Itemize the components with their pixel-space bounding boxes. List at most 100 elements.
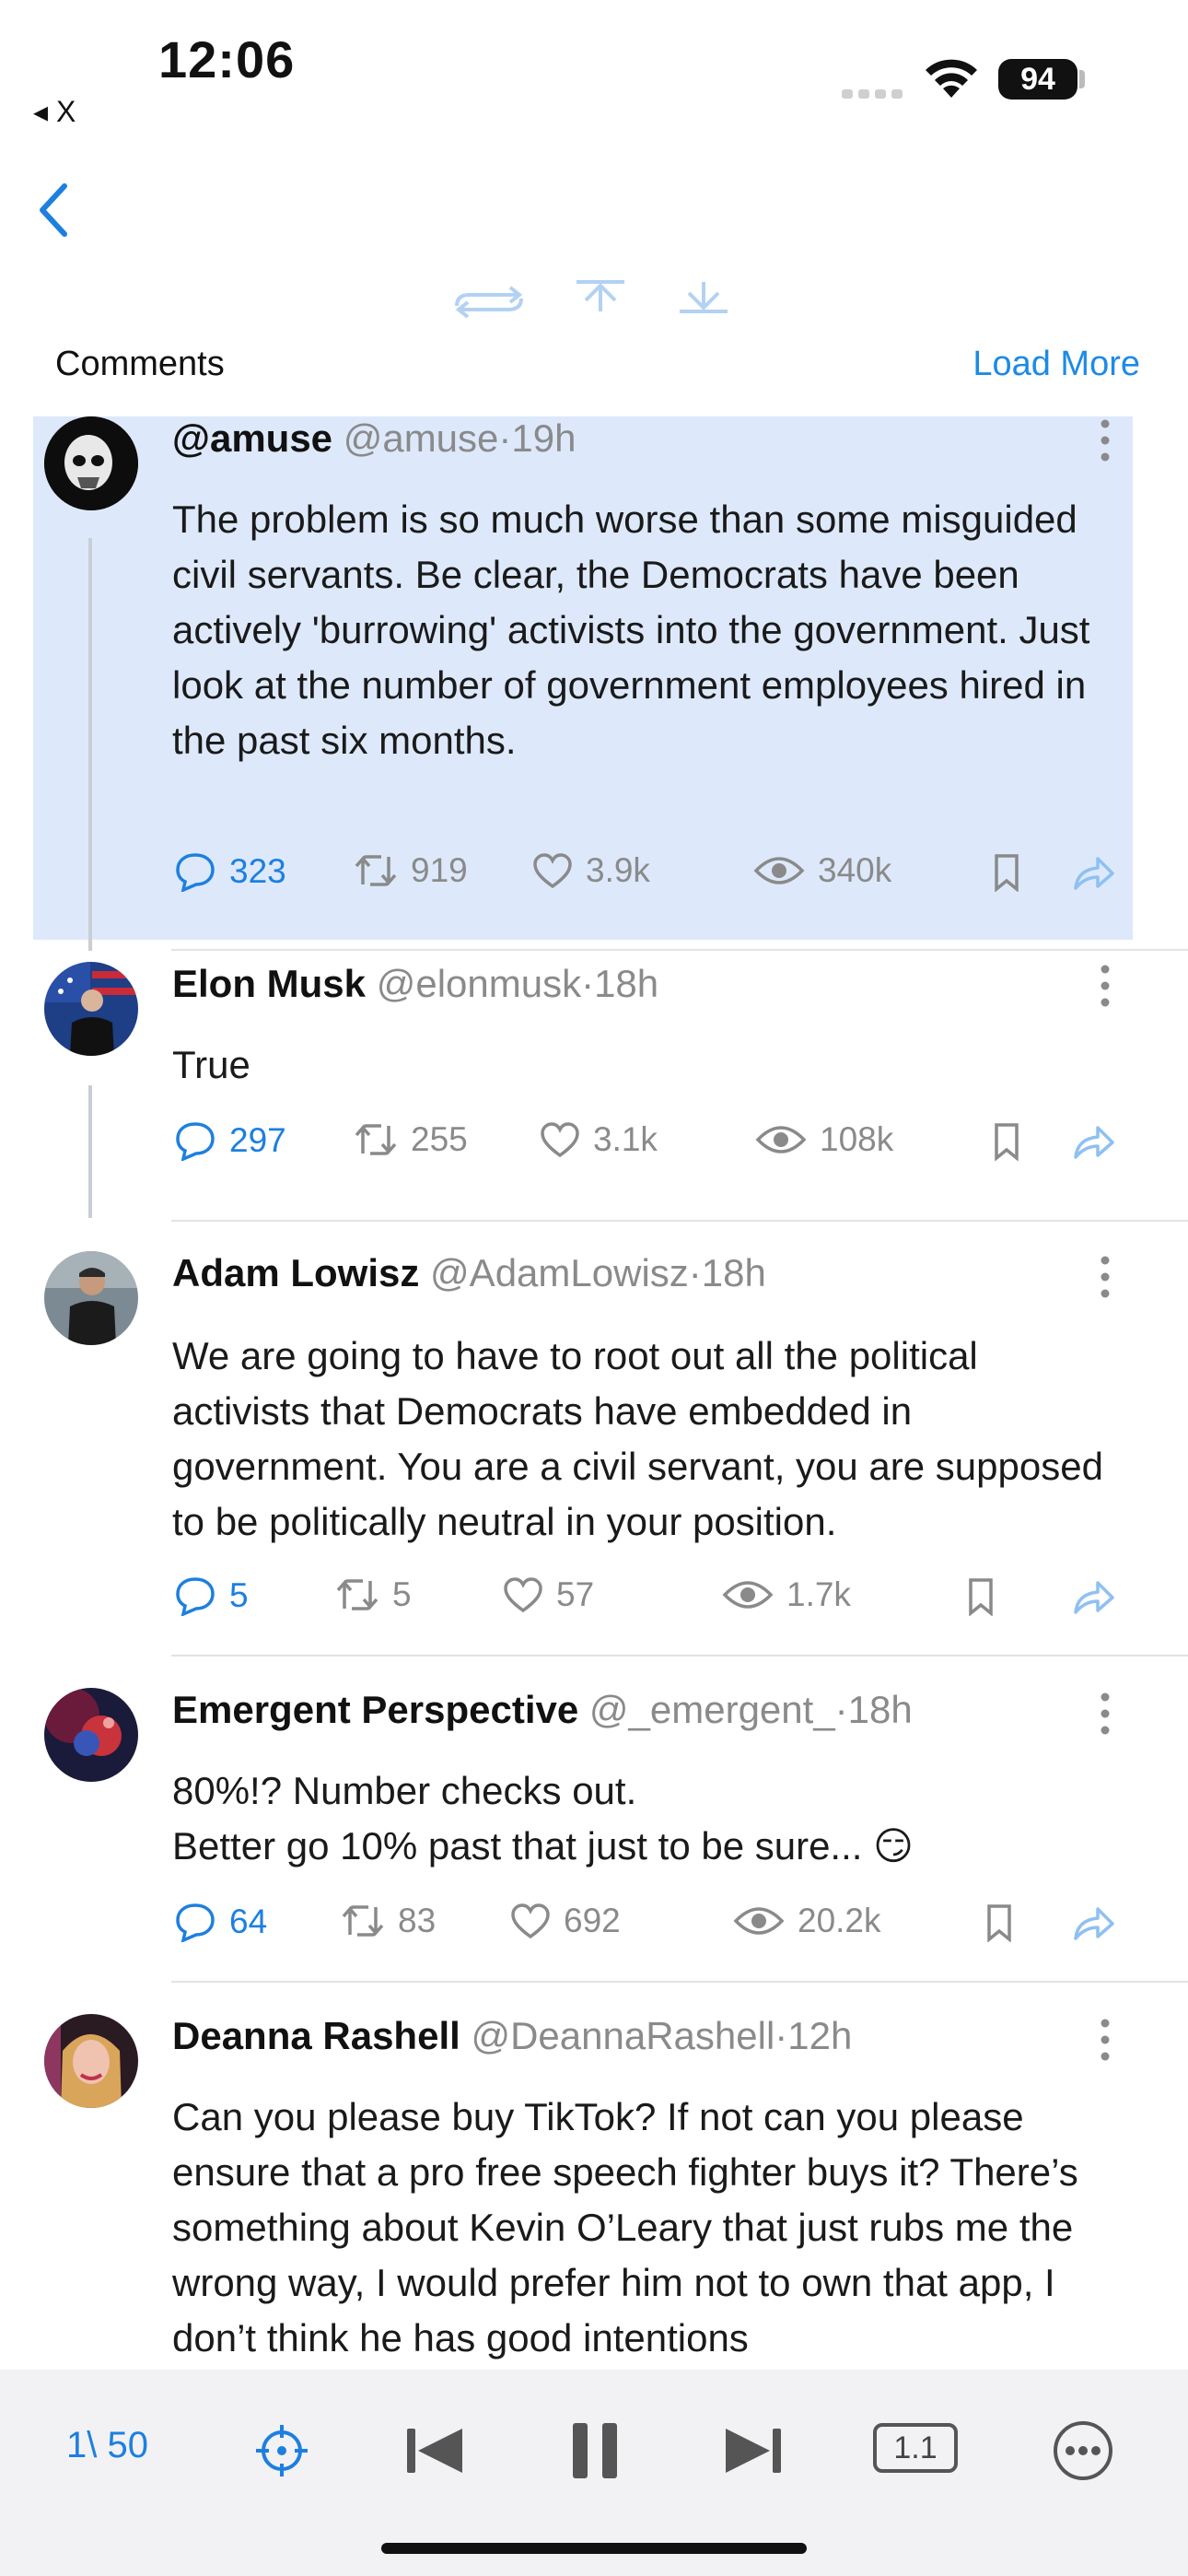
repost-icon xyxy=(355,855,397,886)
comments-heading: Comments xyxy=(55,345,225,383)
repost-count: 5 xyxy=(392,1575,412,1613)
reply-count: 64 xyxy=(229,1903,268,1940)
share-icon[interactable] xyxy=(1072,855,1116,892)
like-button[interactable]: 3.9k xyxy=(532,851,650,890)
reply-button[interactable]: 64 xyxy=(174,1902,267,1942)
like-icon xyxy=(533,853,572,889)
like-icon xyxy=(511,1903,550,1939)
comment-divider xyxy=(171,949,1188,951)
home-indicator xyxy=(381,2543,807,2554)
bookmark-icon[interactable] xyxy=(967,1577,995,1616)
repost-icon xyxy=(336,1579,379,1610)
repost-button[interactable]: 255 xyxy=(354,1120,468,1159)
like-button[interactable]: 57 xyxy=(503,1575,594,1614)
comment-text: We are going to have to root out all the… xyxy=(172,1334,1103,1543)
views-indicator: 108k xyxy=(755,1120,893,1159)
back-to-app[interactable]: ◂ X xyxy=(33,94,76,129)
author-handle[interactable]: @DeannaRashell·12h xyxy=(471,2014,852,2057)
more-vertical-icon[interactable] xyxy=(1096,1255,1114,1299)
reply-button[interactable]: 323 xyxy=(174,851,286,892)
comment-divider xyxy=(171,1655,1188,1657)
repost-button[interactable]: 5 xyxy=(335,1575,412,1614)
like-icon xyxy=(541,1122,579,1158)
like-count: 57 xyxy=(556,1575,595,1613)
thread-line xyxy=(88,1085,92,1218)
share-icon[interactable] xyxy=(1072,1124,1116,1161)
repost-icon xyxy=(342,1905,384,1937)
reply-count: 297 xyxy=(229,1121,286,1159)
author-name[interactable]: Adam Lowisz xyxy=(172,1251,419,1294)
scroll-top-icon[interactable] xyxy=(573,278,628,315)
like-button[interactable]: 692 xyxy=(510,1902,621,1940)
reply-count: 5 xyxy=(229,1576,249,1614)
author-handle[interactable]: @_emergent_·18h xyxy=(589,1688,913,1731)
reply-icon xyxy=(176,853,215,892)
reply-button[interactable]: 5 xyxy=(174,1575,249,1616)
views-indicator: 340k xyxy=(753,851,891,890)
previous-icon[interactable] xyxy=(405,2425,466,2476)
more-vertical-icon[interactable] xyxy=(1096,418,1114,463)
more-vertical-icon[interactable] xyxy=(1096,964,1114,1008)
reply-icon xyxy=(176,1903,215,1942)
scroll-bottom-icon[interactable] xyxy=(676,278,731,315)
bookmark-icon[interactable] xyxy=(985,1903,1013,1942)
views-icon xyxy=(733,1907,785,1935)
load-more-button[interactable]: Load More xyxy=(973,345,1140,384)
views-indicator: 20.2k xyxy=(733,1902,881,1940)
comment-author-line: Emergent Perspective @_emergent_·18h xyxy=(172,1688,913,1732)
avatar[interactable] xyxy=(44,1688,138,1782)
author-handle[interactable]: @amuse·19h xyxy=(344,416,577,460)
bookmark-icon[interactable] xyxy=(993,1122,1020,1161)
like-button[interactable]: 3.1k xyxy=(540,1120,658,1159)
next-icon[interactable] xyxy=(722,2425,783,2476)
more-vertical-icon[interactable] xyxy=(1096,2018,1114,2062)
views-icon xyxy=(722,1581,774,1609)
repost-count: 255 xyxy=(411,1120,468,1158)
author-name[interactable]: Deanna Rashell xyxy=(172,2014,460,2057)
pause-icon[interactable] xyxy=(571,2421,619,2480)
reply-icon xyxy=(176,1122,215,1161)
author-name[interactable]: Emergent Perspective xyxy=(172,1688,578,1731)
battery-level: 94 xyxy=(998,59,1077,100)
views-icon xyxy=(755,1126,807,1153)
speed-button[interactable]: 1.1 xyxy=(873,2423,958,2473)
views-indicator: 1.7k xyxy=(722,1575,851,1614)
repost-icon xyxy=(355,1124,397,1155)
like-count: 3.9k xyxy=(586,851,650,889)
avatar[interactable] xyxy=(44,416,138,510)
more-vertical-icon[interactable] xyxy=(1096,1692,1114,1736)
comment-text-line: Better go 10% past that just to be sure.… xyxy=(172,1824,914,1868)
status-time: 12:06 xyxy=(158,30,296,88)
avatar[interactable] xyxy=(44,1251,138,1345)
bookmark-icon[interactable] xyxy=(993,853,1020,892)
author-name[interactable]: Elon Musk xyxy=(172,962,366,1005)
comment-text: Can you please buy TikTok? If not can yo… xyxy=(172,2095,1078,2359)
comment-divider xyxy=(171,1220,1188,1222)
view-count: 20.2k xyxy=(798,1902,881,1939)
views-icon xyxy=(753,857,805,884)
share-icon[interactable] xyxy=(1072,1905,1116,1942)
reply-icon xyxy=(176,1577,215,1616)
author-handle[interactable]: @AdamLowisz·18h xyxy=(430,1251,766,1294)
view-count: 108k xyxy=(820,1120,894,1158)
back-chevron-icon[interactable] xyxy=(35,181,72,240)
comment-author-line: Adam Lowisz @AdamLowisz·18h xyxy=(172,1251,766,1295)
repost-button[interactable]: 83 xyxy=(341,1902,436,1940)
comment-divider xyxy=(171,1981,1188,1983)
reply-button[interactable]: 297 xyxy=(174,1120,286,1161)
battery-nub xyxy=(1079,70,1085,88)
author-name[interactable]: @amuse xyxy=(172,416,332,460)
repost-count: 919 xyxy=(411,851,468,889)
repost-button[interactable]: 919 xyxy=(354,851,468,890)
repost-icon[interactable] xyxy=(451,286,527,319)
target-icon[interactable] xyxy=(254,2423,309,2478)
avatar[interactable] xyxy=(44,962,138,1056)
comment-text-line: 80%!? Number checks out. xyxy=(172,1769,637,1812)
author-handle[interactable]: @elonmusk·18h xyxy=(377,962,658,1005)
more-horizontal-icon[interactable] xyxy=(1052,2419,1114,2482)
share-icon[interactable] xyxy=(1072,1579,1116,1616)
like-count: 3.1k xyxy=(593,1120,658,1158)
page-counter[interactable]: 1\ 50 xyxy=(66,2425,148,2466)
avatar[interactable] xyxy=(44,2014,138,2108)
like-count: 692 xyxy=(564,1902,621,1939)
